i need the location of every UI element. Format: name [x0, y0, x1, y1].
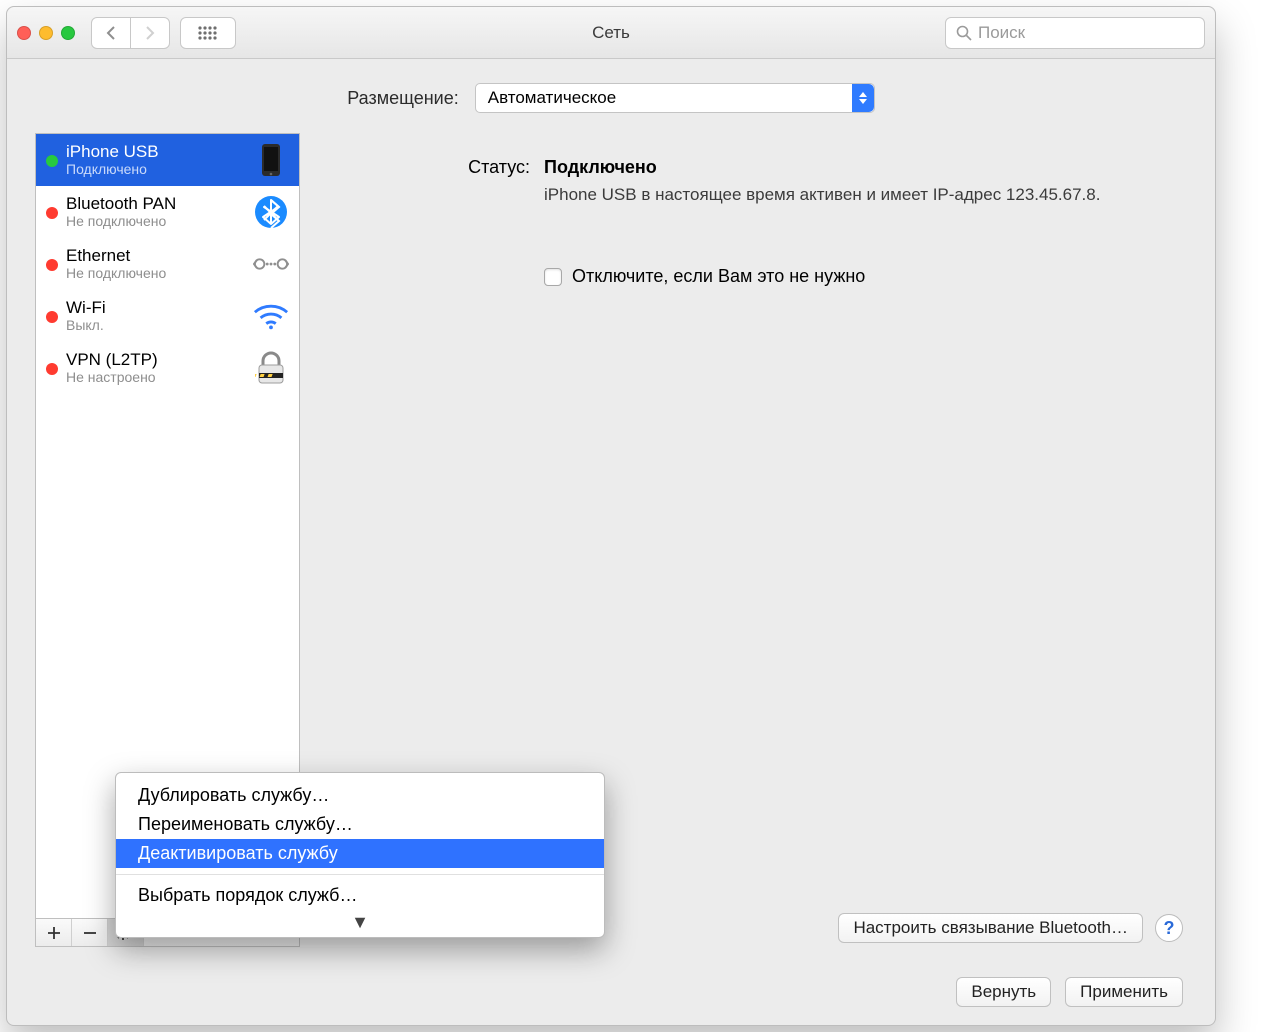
status-row: Статус: Подключено: [330, 157, 1171, 178]
remove-service-button[interactable]: [72, 919, 108, 946]
network-preferences-window: Сеть Поиск Размещение: Автоматическое iP…: [6, 6, 1216, 1026]
menu-separator: [116, 874, 604, 875]
config-row: Настроить связывание Bluetooth… ?: [838, 913, 1183, 943]
disable-checkbox[interactable]: [544, 268, 562, 286]
revert-button[interactable]: Вернуть: [956, 977, 1051, 1007]
add-service-button[interactable]: [36, 919, 72, 946]
help-button[interactable]: ?: [1155, 914, 1183, 942]
service-item[interactable]: iPhone USBПодключено: [36, 134, 299, 186]
show-all-prefs-button[interactable]: [180, 17, 236, 49]
search-icon: [956, 25, 972, 41]
location-value: Автоматическое: [488, 88, 616, 108]
status-dot-icon: [46, 311, 58, 323]
service-status: Подключено: [66, 161, 245, 177]
location-row: Размещение: Автоматическое: [35, 83, 1187, 113]
status-dot-icon: [46, 259, 58, 271]
status-value: Подключено: [544, 157, 657, 178]
close-button[interactable]: [17, 26, 31, 40]
service-status: Выкл.: [66, 317, 245, 333]
location-popup[interactable]: Автоматическое: [475, 83, 875, 113]
status-dot-icon: [46, 155, 58, 167]
menu-item[interactable]: Переименовать службу…: [116, 810, 604, 839]
configure-bluetooth-button[interactable]: Настроить связывание Bluetooth…: [838, 913, 1143, 943]
disable-hint-row: Отключите, если Вам это не нужно: [544, 266, 1171, 287]
status-dot-icon: [46, 207, 58, 219]
iphone-icon: [253, 142, 289, 178]
bluetooth-icon: [253, 194, 289, 230]
service-actions-menu[interactable]: Дублировать службу…Переименовать службу……: [115, 772, 605, 938]
service-text: iPhone USBПодключено: [66, 143, 245, 178]
forward-button[interactable]: [130, 17, 170, 49]
footer-buttons: Вернуть Применить: [35, 977, 1187, 1007]
ethernet-icon: [253, 246, 289, 282]
menu-scroll-down-icon[interactable]: ▼: [116, 910, 604, 937]
search-placeholder: Поиск: [978, 23, 1025, 43]
zoom-button[interactable]: [61, 26, 75, 40]
service-item[interactable]: EthernetНе подключено: [36, 238, 299, 290]
service-name: VPN (L2TP): [66, 351, 245, 370]
service-text: Wi-FiВыкл.: [66, 299, 245, 334]
service-name: Bluetooth PAN: [66, 195, 245, 214]
service-item[interactable]: Bluetooth PANНе подключено: [36, 186, 299, 238]
plus-icon: [47, 926, 61, 940]
service-status: Не подключено: [66, 265, 245, 281]
search-field[interactable]: Поиск: [945, 17, 1205, 49]
status-label: Статус:: [330, 157, 530, 178]
service-status: Не настроено: [66, 369, 245, 385]
minus-icon: [83, 926, 97, 940]
apply-button[interactable]: Применить: [1065, 977, 1183, 1007]
service-status: Не подключено: [66, 213, 245, 229]
wifi-icon: [253, 298, 289, 334]
minimize-button[interactable]: [39, 26, 53, 40]
disable-hint-label: Отключите, если Вам это не нужно: [572, 266, 865, 287]
titlebar: Сеть Поиск: [7, 7, 1215, 59]
service-text: EthernetНе подключено: [66, 247, 245, 282]
menu-item[interactable]: Дублировать службу…: [116, 781, 604, 810]
status-description: iPhone USB в настоящее время активен и и…: [544, 184, 1104, 206]
location-label: Размещение:: [347, 88, 458, 109]
service-item[interactable]: VPN (L2TP)Не настроено: [36, 342, 299, 394]
service-name: iPhone USB: [66, 143, 245, 162]
status-dot-icon: [46, 363, 58, 375]
service-text: VPN (L2TP)Не настроено: [66, 351, 245, 386]
service-name: Ethernet: [66, 247, 245, 266]
service-name: Wi-Fi: [66, 299, 245, 318]
vpn-icon: [253, 350, 289, 386]
back-button[interactable]: [91, 17, 131, 49]
service-item[interactable]: Wi-FiВыкл.: [36, 290, 299, 342]
menu-item[interactable]: Деактивировать службу: [116, 839, 604, 868]
toolbar-nav: [91, 17, 236, 49]
menu-item[interactable]: Выбрать порядок служб…: [116, 881, 604, 910]
window-controls: [17, 26, 75, 40]
chevron-up-down-icon: [852, 84, 874, 112]
service-text: Bluetooth PANНе подключено: [66, 195, 245, 230]
